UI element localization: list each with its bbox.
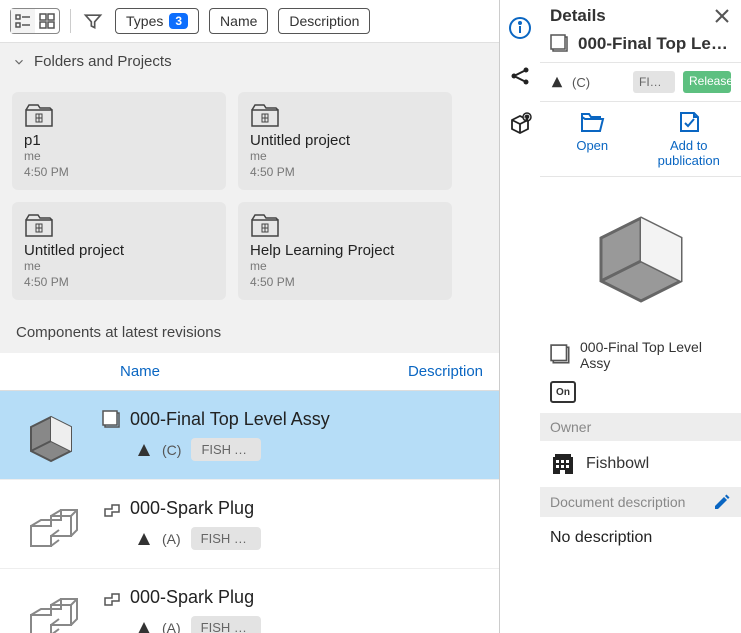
assembly-small-icon xyxy=(102,410,122,430)
folders-grid: p1 me 4:50 PM Untitled project me 4:50 P… xyxy=(0,80,499,312)
description-value: No description xyxy=(540,517,741,559)
component-tag: FISH P… xyxy=(191,616,261,633)
components-section-title: Components at latest revisions xyxy=(0,312,499,353)
publish-label: Add to publication xyxy=(641,138,738,168)
revision-label: (C) xyxy=(162,442,181,458)
open-action[interactable]: Open xyxy=(544,110,641,168)
filter-description-button[interactable]: Description xyxy=(278,8,370,34)
component-name: 000-Spark Plug xyxy=(130,587,254,608)
info-icon[interactable] xyxy=(508,16,532,40)
assembly-small-icon xyxy=(550,344,572,366)
separator xyxy=(70,9,71,33)
side-icon-column: ? xyxy=(500,0,540,633)
folder-time: 4:50 PM xyxy=(24,165,214,181)
add-to-publication-action[interactable]: Add to publication xyxy=(641,110,738,168)
onshape-badge[interactable]: On xyxy=(540,381,741,413)
folder-icon xyxy=(250,212,440,238)
part-icon xyxy=(16,583,86,633)
revision-label: (A) xyxy=(162,620,181,633)
assembly-icon xyxy=(16,405,86,465)
folder-name: Help Learning Project xyxy=(250,242,440,259)
component-row[interactable]: 000-Spark Plug (A) FISH P… xyxy=(0,569,499,633)
folder-owner: me xyxy=(24,149,214,165)
folder-card[interactable]: p1 me 4:50 PM xyxy=(12,92,226,190)
toolbar: Types 3 Name Description xyxy=(0,0,499,43)
header-description[interactable]: Description xyxy=(363,363,483,380)
chevron-down-icon xyxy=(12,55,26,69)
revision-icon xyxy=(136,620,152,633)
close-icon[interactable] xyxy=(713,7,731,25)
details-link-name: 000-Final Top Level Assy xyxy=(580,339,731,371)
folder-name: Untitled project xyxy=(250,132,440,149)
component-row[interactable]: 000-Spark Plug (A) FISH P… xyxy=(0,480,499,569)
building-icon xyxy=(550,451,576,477)
folder-time: 4:50 PM xyxy=(250,275,440,291)
description-section-label: Document description xyxy=(540,487,741,517)
folder-time: 4:50 PM xyxy=(250,165,440,181)
part-small-icon xyxy=(102,499,122,519)
folder-icon xyxy=(24,212,214,238)
share-icon[interactable] xyxy=(508,64,532,88)
folder-icon xyxy=(24,102,214,128)
component-tag: FISH A… xyxy=(191,438,261,461)
filter-name-button[interactable]: Name xyxy=(209,8,268,34)
edit-description-icon[interactable] xyxy=(713,493,731,511)
folder-time: 4:50 PM xyxy=(24,275,214,291)
list-view-icon[interactable] xyxy=(11,9,35,33)
folder-card[interactable]: Untitled project me 4:50 PM xyxy=(238,92,452,190)
details-tag: FIS… xyxy=(633,71,675,93)
folder-name: Untitled project xyxy=(24,242,214,259)
filter-types-button[interactable]: Types 3 xyxy=(115,8,199,34)
section-title: Folders and Projects xyxy=(34,53,172,70)
revision-label: (A) xyxy=(162,531,181,547)
component-row[interactable]: 000-Final Top Level Assy (C) FISH A… xyxy=(0,391,499,480)
folder-icon xyxy=(250,102,440,128)
filter-label: Types xyxy=(126,13,163,29)
folder-card[interactable]: Help Learning Project me 4:50 PM xyxy=(238,202,452,300)
revision-icon xyxy=(550,75,564,89)
assembly-small-icon xyxy=(550,34,570,54)
revision-icon xyxy=(136,442,152,458)
svg-text:?: ? xyxy=(525,116,529,122)
cube-help-icon[interactable]: ? xyxy=(508,112,532,136)
component-tag: FISH P… xyxy=(191,527,261,550)
details-item-title: 000-Final Top Lev… xyxy=(578,34,731,54)
part-icon xyxy=(16,494,86,554)
details-panel: Details 000-Final Top Lev… (C) FIS… Rele… xyxy=(540,0,741,633)
details-revision: (C) xyxy=(572,75,590,90)
owner-name: Fishbowl xyxy=(586,455,649,473)
owner-section-label: Owner xyxy=(540,413,741,441)
details-status-badge: Released xyxy=(683,71,731,92)
folder-owner: me xyxy=(250,149,440,165)
folder-name: p1 xyxy=(24,132,214,149)
header-name[interactable]: Name xyxy=(120,363,363,380)
folders-section-header[interactable]: Folders and Projects xyxy=(0,43,499,80)
view-toggle[interactable] xyxy=(10,8,60,34)
owner-row: Fishbowl xyxy=(540,441,741,487)
details-preview xyxy=(540,177,741,329)
filter-count-badge: 3 xyxy=(169,13,188,29)
components-header: Name Description xyxy=(0,353,499,391)
filter-label: Name xyxy=(220,13,257,29)
open-label: Open xyxy=(576,138,608,153)
revision-icon xyxy=(136,531,152,547)
folder-owner: me xyxy=(24,259,214,275)
part-small-icon xyxy=(102,588,122,608)
grid-view-icon[interactable] xyxy=(35,9,59,33)
filter-label: Description xyxy=(289,13,359,29)
details-item-link[interactable]: 000-Final Top Level Assy xyxy=(540,329,741,381)
details-panel-title: Details xyxy=(550,6,606,26)
folder-card[interactable]: Untitled project me 4:50 PM xyxy=(12,202,226,300)
component-name: 000-Final Top Level Assy xyxy=(130,409,330,430)
filter-icon[interactable] xyxy=(81,9,105,33)
component-name: 000-Spark Plug xyxy=(130,498,254,519)
folder-owner: me xyxy=(250,259,440,275)
